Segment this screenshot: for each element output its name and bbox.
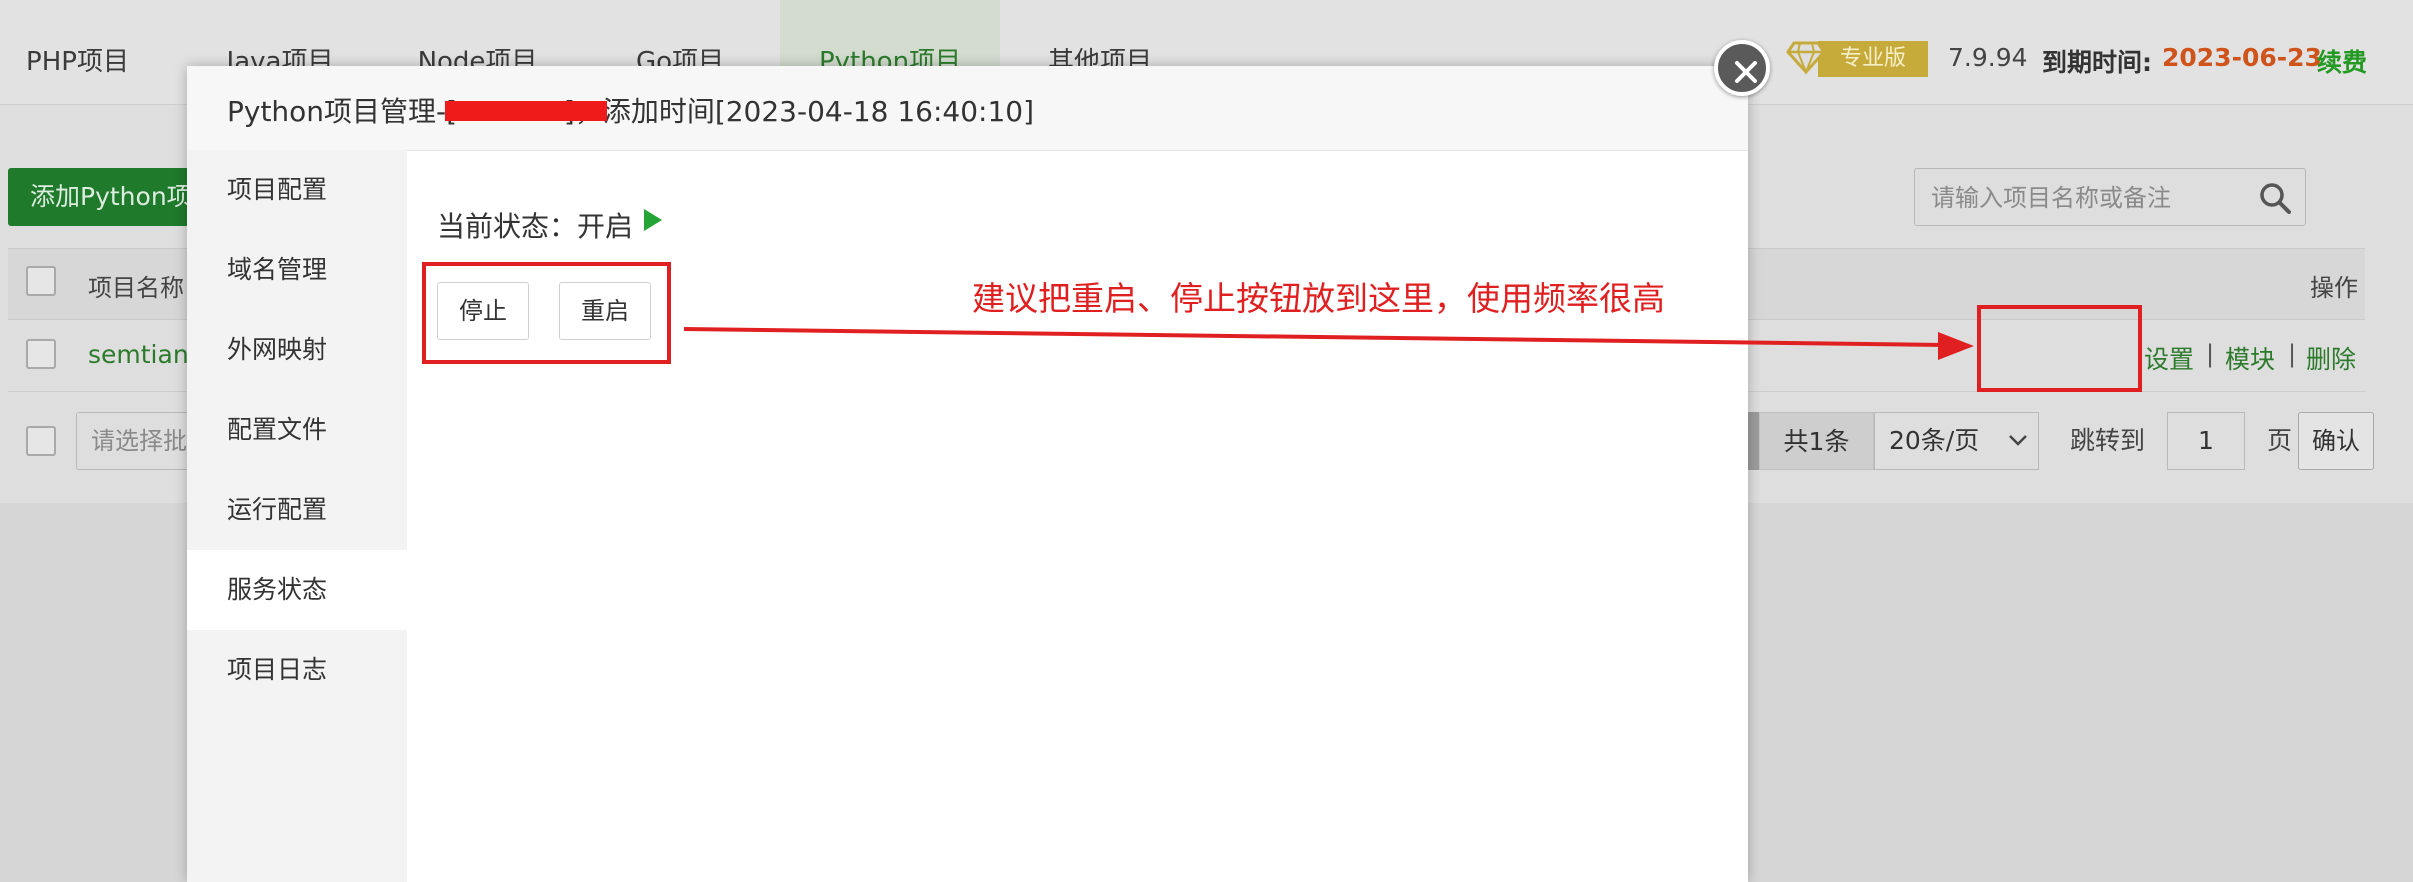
- tab-php[interactable]: PHP项目: [0, 0, 155, 105]
- expire-label: 到期时间:: [2042, 48, 2152, 77]
- footer-checkbox[interactable]: [26, 426, 56, 456]
- restart-button[interactable]: 重启: [559, 282, 651, 340]
- diamond-icon: [1786, 41, 1826, 75]
- current-status-text: 当前状态：开启: [437, 210, 634, 243]
- stop-button[interactable]: 停止: [437, 282, 529, 340]
- version-text: 7.9.94: [1948, 43, 2028, 72]
- modal-title: Python项目管理-[ ]，添加时间[2023-04-18 16:40:10]: [227, 95, 1035, 128]
- pagination: 共1条 20条/页 跳转到 1 页 确认: [1745, 412, 2375, 470]
- close-icon: [1735, 61, 1757, 83]
- batch-action-select[interactable]: 请选择批: [76, 412, 196, 470]
- search-input[interactable]: [1929, 169, 2263, 227]
- modules-link[interactable]: 模块: [2225, 340, 2275, 376]
- annotation-box-target: [1977, 305, 2142, 392]
- jump-label: 跳转到: [2070, 426, 2146, 455]
- delete-link[interactable]: 删除: [2306, 340, 2356, 376]
- nav-item-config-file[interactable]: 配置文件: [187, 390, 407, 470]
- nav-item-external-mapping[interactable]: 外网映射: [187, 310, 407, 390]
- action-separator: |: [2288, 340, 2297, 368]
- row-checkbox[interactable]: [26, 339, 56, 369]
- page-size-value: 20条/页: [1889, 426, 1980, 455]
- modal-titlebar: Python项目管理-[ ]，添加时间[2023-04-18 16:40:10]: [187, 66, 1748, 151]
- column-header-name: 项目名称: [88, 274, 184, 302]
- annotation-text: 建议把重启、停止按钮放到这里，使用频率很高: [972, 279, 1665, 318]
- account-info: 专业版 7.9.94 到期时间: 2023-06-23 续费: [1780, 35, 2400, 85]
- expire-date: 2023-06-23: [2162, 43, 2322, 72]
- page-size-select[interactable]: 20条/页: [1874, 412, 2039, 470]
- redaction-mark: [445, 101, 607, 121]
- modal-side-nav: 项目配置 域名管理 外网映射 配置文件 运行配置 服务状态 项目日志: [187, 150, 407, 882]
- search-box: [1914, 168, 2306, 227]
- select-all-checkbox[interactable]: [26, 266, 56, 296]
- total-count: 共1条: [1759, 412, 1874, 470]
- python-project-modal: Python项目管理-[ ]，添加时间[2023-04-18 16:40:10]…: [187, 66, 1748, 882]
- column-header-actions: 操作: [2310, 274, 2358, 302]
- search-icon[interactable]: [2259, 182, 2291, 214]
- edition-label: 专业版: [1818, 41, 1928, 77]
- edition-badge: 专业版: [1780, 35, 1928, 79]
- settings-link[interactable]: 设置: [2144, 340, 2194, 376]
- nav-item-project-log[interactable]: 项目日志: [187, 630, 407, 710]
- action-separator: |: [2206, 340, 2215, 368]
- page-unit-label: 页: [2267, 426, 2293, 455]
- confirm-jump-button[interactable]: 确认: [2298, 412, 2374, 470]
- page-number-input[interactable]: 1: [2167, 412, 2245, 470]
- renew-link[interactable]: 续费: [2317, 43, 2367, 79]
- nav-item-service-status[interactable]: 服务状态: [187, 550, 407, 630]
- close-modal-button[interactable]: [1714, 40, 1770, 96]
- nav-item-domain[interactable]: 域名管理: [187, 230, 407, 310]
- chevron-down-icon: [2009, 435, 2027, 446]
- play-icon: [644, 209, 662, 231]
- nav-item-run-config[interactable]: 运行配置: [187, 470, 407, 550]
- nav-item-project-config[interactable]: 项目配置: [187, 150, 407, 230]
